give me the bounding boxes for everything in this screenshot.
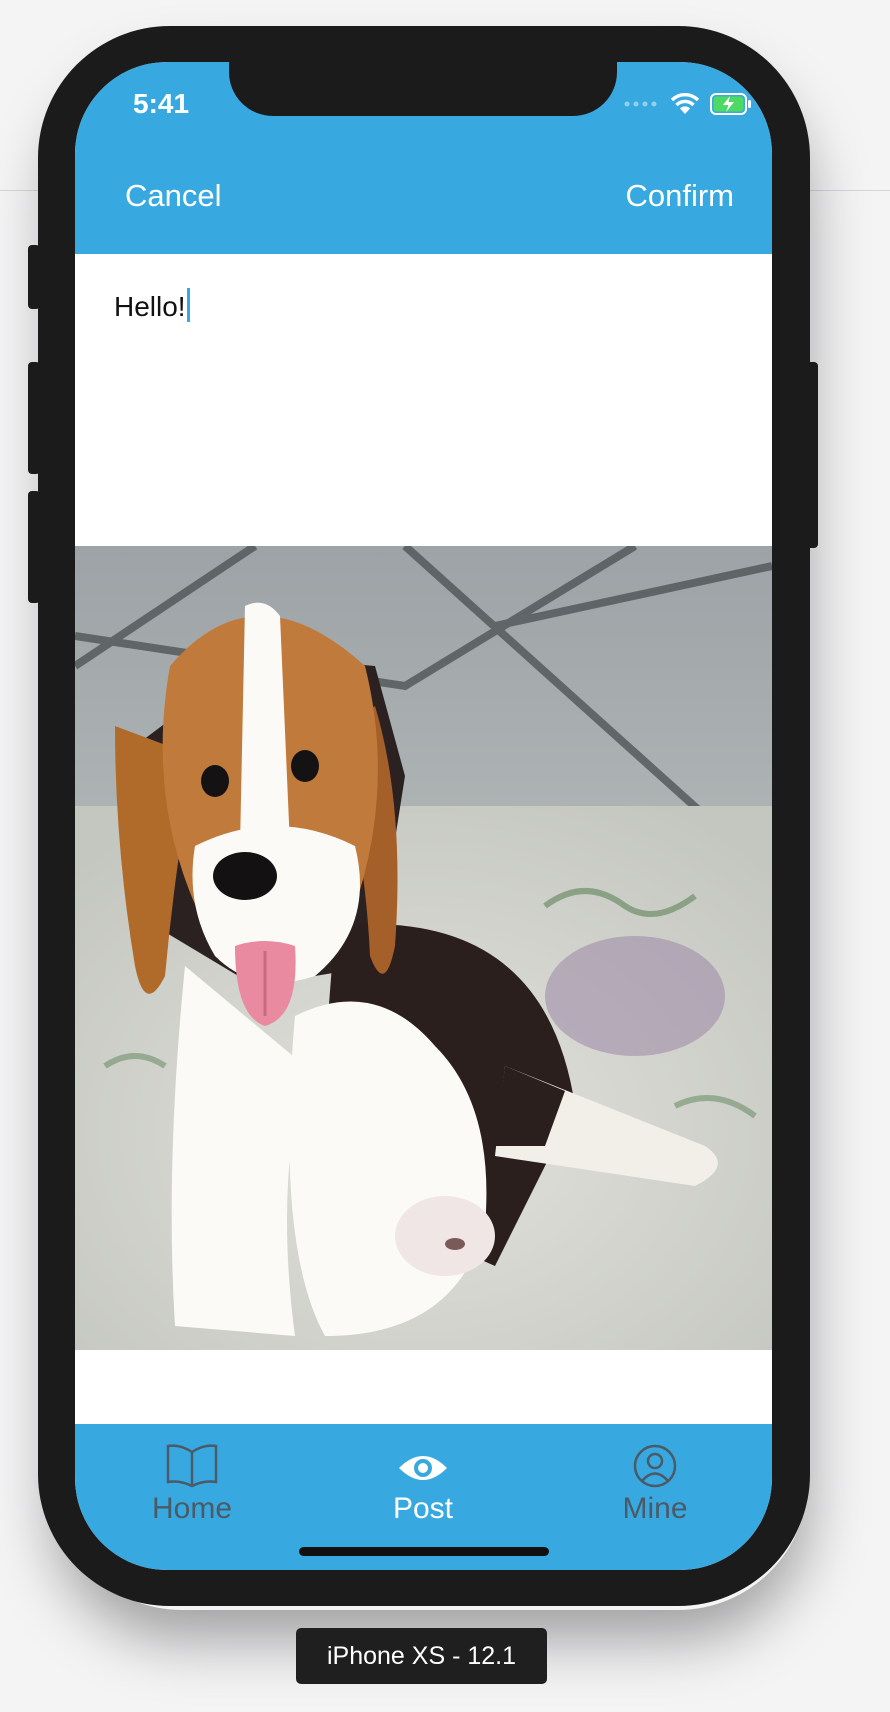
status-time: 5:41	[133, 88, 190, 119]
confirm-button[interactable]: Confirm	[625, 178, 734, 214]
eye-icon	[399, 1456, 447, 1480]
text-cursor	[186, 288, 190, 322]
post-text-value: Hello!	[114, 291, 186, 322]
book-icon	[166, 1444, 218, 1488]
wifi-icon	[670, 93, 700, 114]
post-text-input[interactable]: Hello!	[75, 254, 772, 546]
power-button	[806, 362, 818, 548]
post-text-value-wrap: Hello!	[114, 288, 190, 323]
user-circle-icon	[633, 1444, 677, 1488]
home-indicator[interactable]	[299, 1547, 549, 1556]
battery-charging-icon	[710, 93, 751, 115]
volume-up-button	[28, 362, 40, 474]
signal-icon	[624, 101, 657, 107]
tab-post[interactable]: Post	[333, 1442, 513, 1526]
attached-photo[interactable]	[75, 546, 772, 1350]
mute-switch	[28, 245, 40, 309]
notch	[229, 62, 617, 116]
tab-mine-label: Mine	[622, 1492, 688, 1525]
volume-down-button	[28, 491, 40, 603]
puppy-photo-image	[75, 546, 772, 1350]
cancel-button[interactable]: Cancel	[125, 178, 222, 214]
tab-mine[interactable]: Mine	[565, 1442, 745, 1526]
tab-home-label: Home	[151, 1492, 233, 1525]
simulator-device-label: iPhone XS - 12.1	[296, 1628, 547, 1684]
tab-post-label: Post	[392, 1492, 454, 1525]
status-indicators	[624, 90, 752, 118]
navigation-bar: 5:41 Cancel Confirm	[75, 62, 772, 254]
tab-home[interactable]: Home	[102, 1442, 282, 1526]
phone-screen: 5:41 Cancel Confirm Hello! Home Post Min…	[75, 62, 772, 1570]
